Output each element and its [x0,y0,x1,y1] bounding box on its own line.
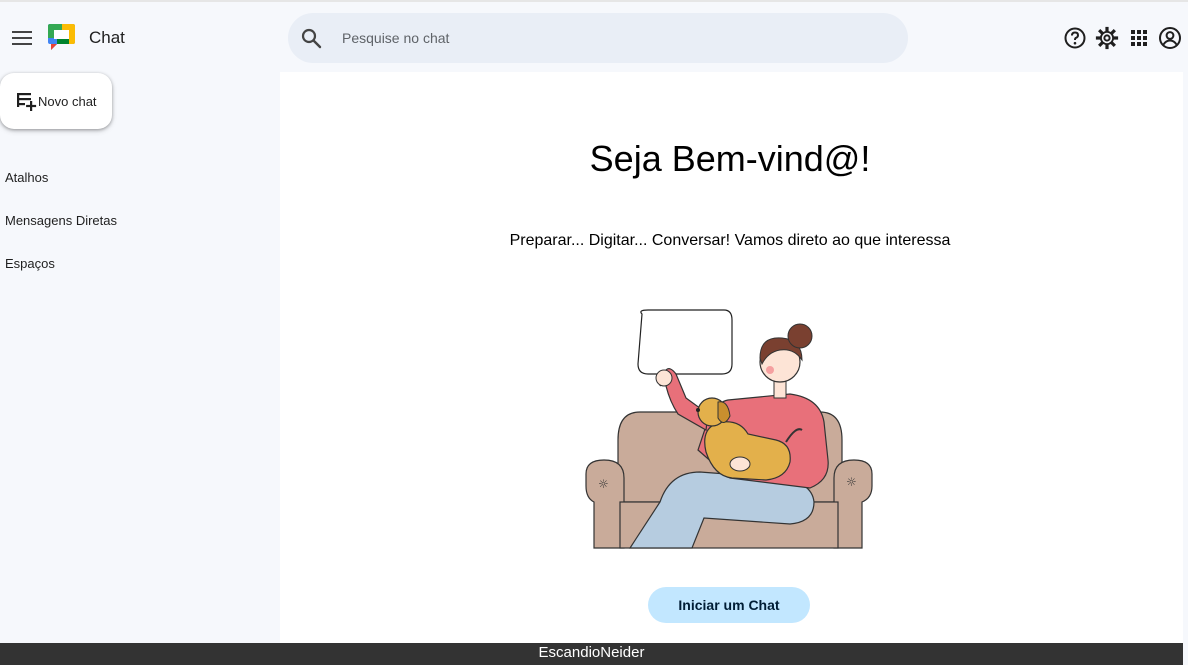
menu-icon [12,31,32,45]
apps-button[interactable] [1127,26,1151,50]
app-title: Chat [89,28,125,47]
sidebar: Novo chat Atalhos Mensagens Diretas Espa… [0,72,280,643]
apps-grid-icon [1131,30,1147,46]
search-icon[interactable] [299,26,323,50]
sidebar-item-espacos[interactable]: Espaços [5,256,55,271]
footer: EscandioNeider [0,643,1183,665]
search-bar[interactable] [288,13,908,63]
svg-text:☼: ☼ [598,477,609,491]
new-chat-button[interactable]: Novo chat [0,73,112,129]
sidebar-item-mensagens-diretas[interactable]: Mensagens Diretas [5,213,117,228]
sidebar-item-atalhos[interactable]: Atalhos [5,170,48,185]
account-icon [1159,27,1181,49]
help-button[interactable] [1063,26,1087,50]
gear-icon [1095,26,1119,50]
app-header: Chat [0,2,1188,72]
chat-logo-icon[interactable] [45,22,79,54]
account-button[interactable] [1158,26,1182,50]
welcome-title: Seja Bem-vind@! [589,138,871,179]
settings-button[interactable] [1095,26,1119,50]
welcome-subtitle: Preparar... Digitar... Conversar! Vamos … [509,232,951,249]
start-chat-button[interactable]: Iniciar um Chat [648,587,810,623]
svg-text:☼: ☼ [846,475,857,489]
woman-with-dog-illustration: ☼ ☼ [585,309,873,549]
scrollbar[interactable] [1183,72,1188,643]
main-menu-button[interactable] [6,22,38,54]
help-icon [1064,27,1086,49]
search-input[interactable] [342,13,882,63]
main-panel: Seja Bem-vind@! Preparar... Digitar... C… [280,72,1183,643]
new-chat-icon [17,93,37,111]
new-chat-label: Novo chat [38,93,97,109]
